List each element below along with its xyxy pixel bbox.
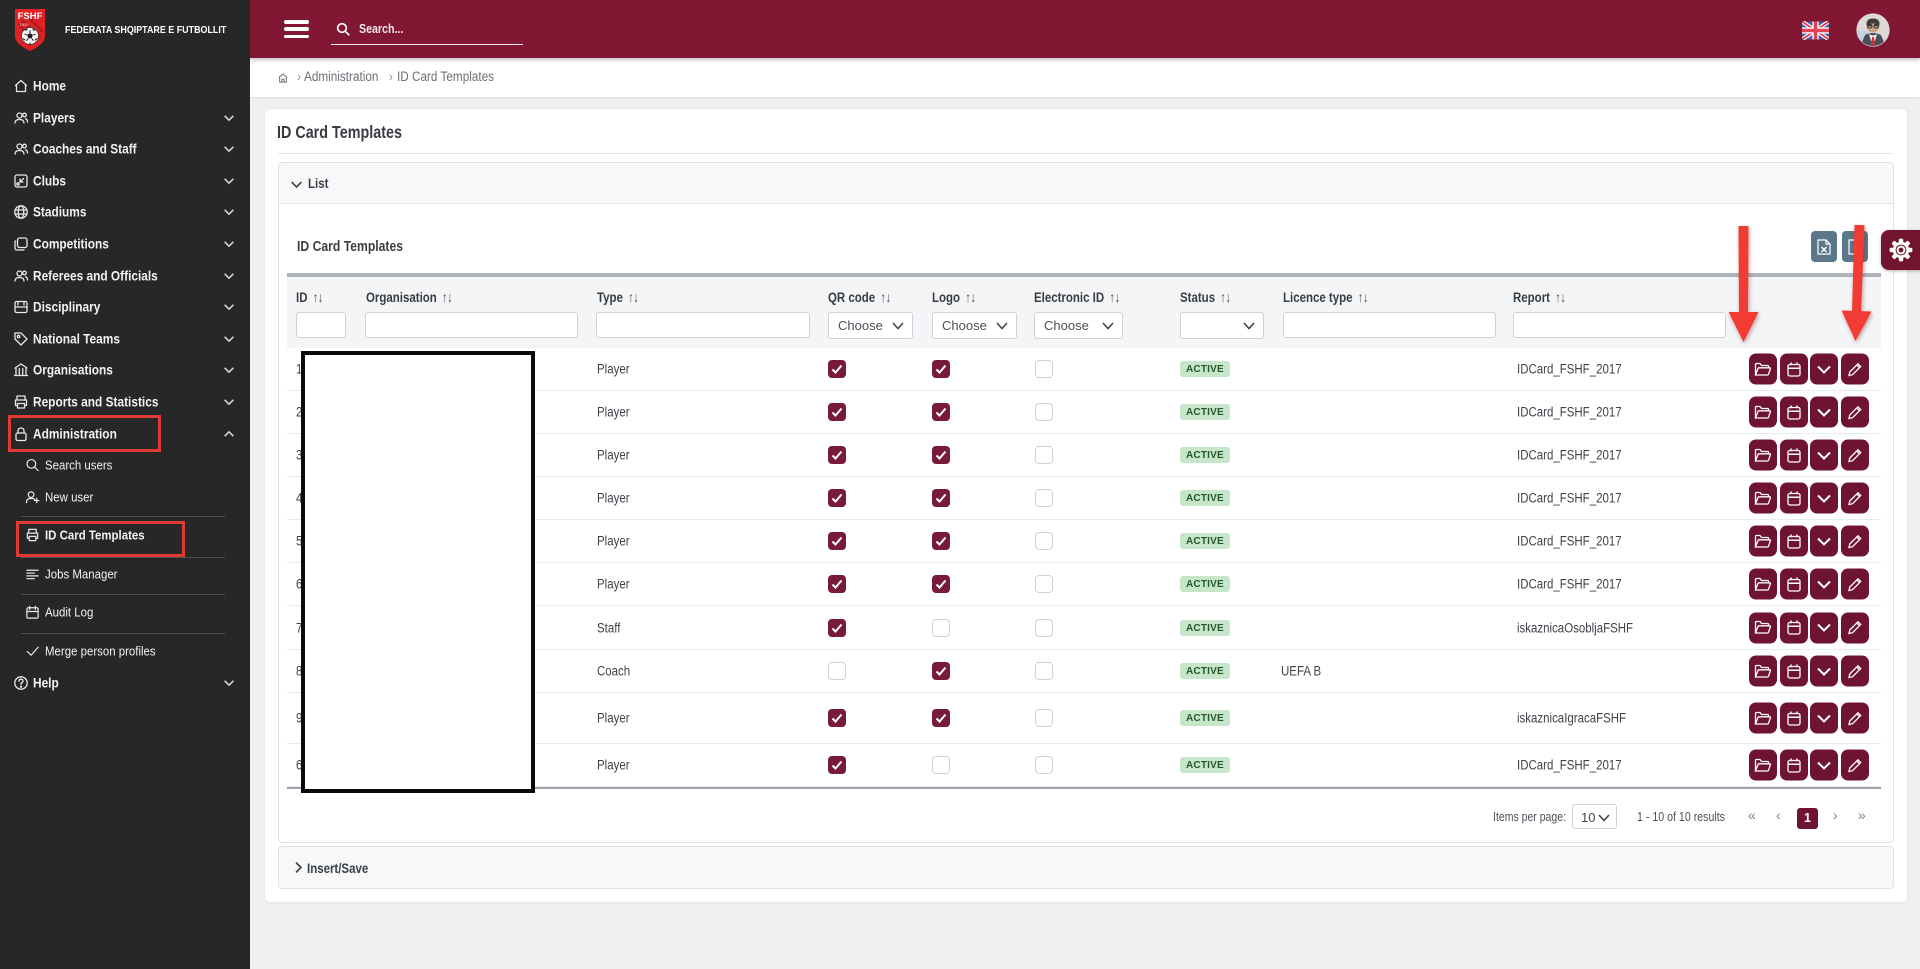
svg-text:1930: 1930: [20, 22, 30, 27]
svg-text:FSHF: FSHF: [18, 11, 43, 22]
